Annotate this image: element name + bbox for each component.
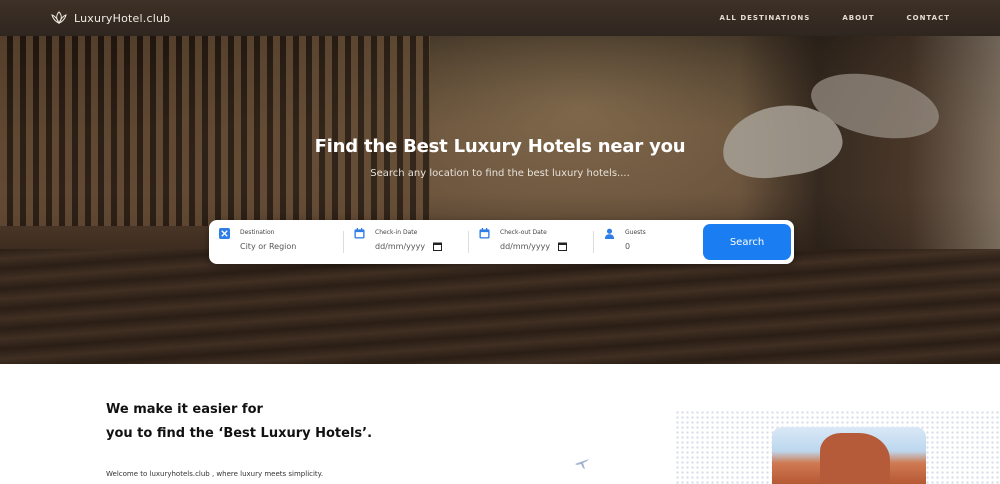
logo[interactable]: LuxuryHotel.club (50, 11, 170, 25)
calendar-icon (479, 228, 490, 239)
rock-formation (820, 433, 890, 484)
destination-field[interactable]: Destination City or Region (219, 227, 343, 257)
destination-label: Destination (240, 229, 275, 236)
about-heading-line1: We make it easier for (106, 402, 263, 417)
nav-link-contact[interactable]: CONTACT (906, 14, 950, 22)
checkin-date-value: dd/mm/yyyy (375, 242, 426, 251)
guests-label: Guests (625, 229, 646, 236)
search-button[interactable]: Search (703, 224, 791, 260)
destination-icon (219, 228, 230, 239)
nav-links: ALL DESTINATIONS ABOUT CONTACT (720, 14, 950, 22)
checkin-date-input[interactable]: dd/mm/yyyy (375, 242, 443, 251)
destination-input[interactable]: City or Region (240, 242, 296, 251)
user-icon (604, 228, 615, 239)
about-paragraph: Welcome to luxuryhotels.club , where lux… (106, 470, 324, 478)
checkout-label: Check-out Date (500, 229, 547, 236)
hero-subtitle: Search any location to find the best lux… (370, 168, 630, 179)
date-picker-icon[interactable] (558, 242, 568, 251)
nav-link-all-destinations[interactable]: ALL DESTINATIONS (720, 14, 811, 22)
logo-text: LuxuryHotel.club (74, 11, 171, 25)
checkout-date-value: dd/mm/yyyy (500, 242, 551, 251)
search-bar: Destination City or Region Check-in Date… (209, 220, 794, 264)
date-picker-icon[interactable] (433, 242, 443, 251)
top-navbar: LuxuryHotel.club ALL DESTINATIONS ABOUT … (0, 0, 1000, 36)
guests-input[interactable]: 0 (625, 242, 646, 251)
hero-banner: Find the Best Luxury Hotels near you Sea… (0, 36, 1000, 364)
nav-link-about[interactable]: ABOUT (842, 14, 874, 22)
airplane-icon (575, 459, 589, 469)
calendar-icon (354, 228, 365, 239)
lotus-icon (51, 11, 67, 24)
checkout-date-input[interactable]: dd/mm/yyyy (500, 242, 568, 251)
guests-field[interactable]: Guests 0 (594, 227, 702, 257)
hero-overlay (0, 36, 1000, 364)
checkin-label: Check-in Date (375, 229, 418, 236)
checkout-field[interactable]: Check-out Date dd/mm/yyyy (469, 227, 593, 257)
about-heading-line2: you to find the ‘Best Luxury Hotels’. (106, 426, 373, 441)
destination-photo (772, 427, 926, 484)
checkin-field[interactable]: Check-in Date dd/mm/yyyy (344, 227, 468, 257)
hero-title: Find the Best Luxury Hotels near you (314, 136, 686, 157)
